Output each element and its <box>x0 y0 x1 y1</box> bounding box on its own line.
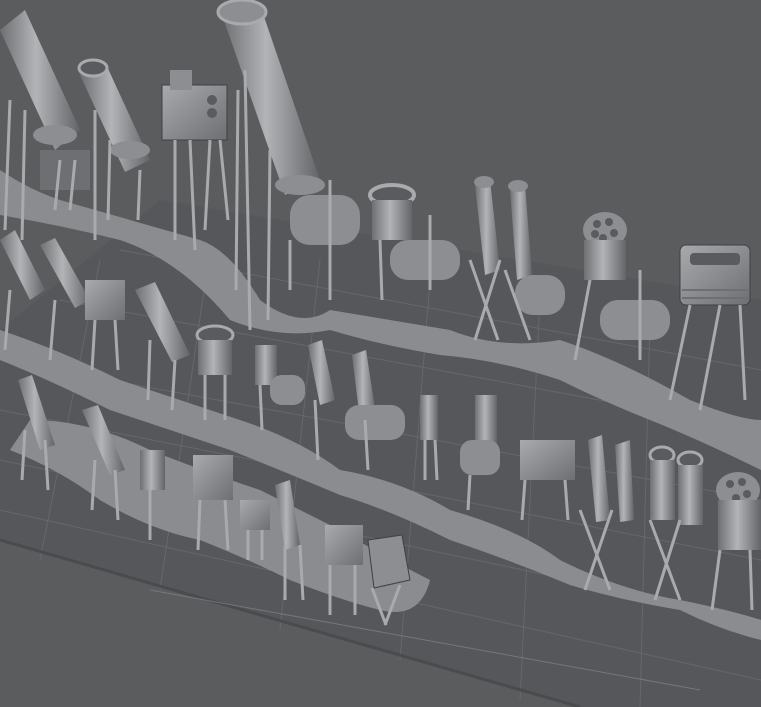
build-plate-scene[interactable] <box>0 0 761 707</box>
3d-viewport[interactable] <box>0 0 761 707</box>
